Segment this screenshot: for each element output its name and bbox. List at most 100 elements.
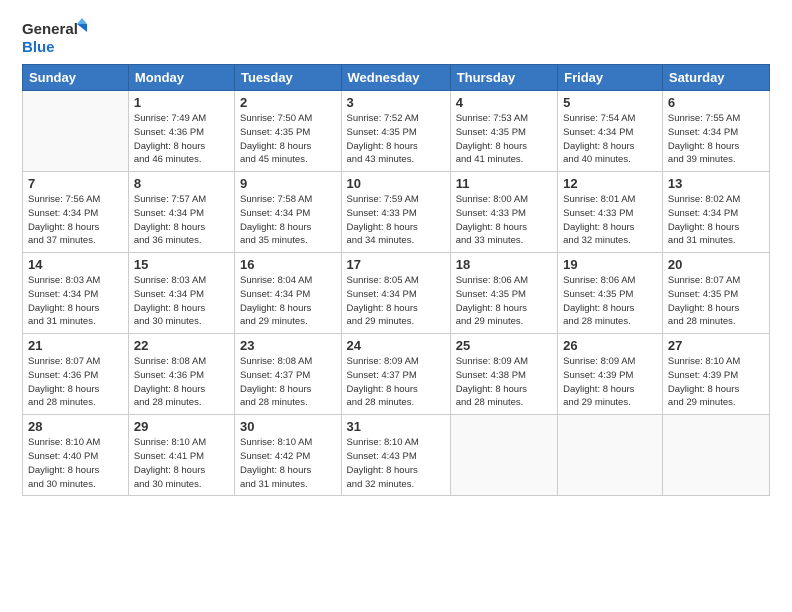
calendar-cell: 1 Sunrise: 7:49 AMSunset: 4:36 PMDaylight… bbox=[128, 91, 234, 172]
calendar-cell: 5 Sunrise: 7:54 AMSunset: 4:34 PMDaylight… bbox=[558, 91, 663, 172]
calendar-cell: 8 Sunrise: 7:57 AMSunset: 4:34 PMDaylight… bbox=[128, 172, 234, 253]
logo-svg: GeneralBlue bbox=[22, 18, 92, 56]
day-number: 19 bbox=[563, 257, 657, 272]
calendar-cell: 23Sunrise: 8:08 AMSunset: 4:37 PMDayligh… bbox=[235, 334, 342, 415]
day-number: 12 bbox=[563, 176, 657, 191]
calendar-cell: 18 Sunrise: 8:06 AMSunset: 4:35 PMDayligh… bbox=[450, 253, 557, 334]
calendar-header-sunday: Sunday bbox=[23, 65, 129, 91]
day-info: Sunrise: 8:10 AMSunset: 4:43 PMDaylight:… bbox=[347, 436, 445, 491]
calendar-cell: 7Sunrise: 7:56 AMSunset: 4:34 PMDaylight… bbox=[23, 172, 129, 253]
day-info: Sunrise: 7:49 AMSunset: 4:36 PMDaylight:… bbox=[134, 112, 229, 167]
calendar-cell bbox=[23, 91, 129, 172]
day-number: 22 bbox=[134, 338, 229, 353]
day-info: Sunrise: 8:02 AMSunset: 4:34 PMDaylight:… bbox=[668, 193, 764, 248]
calendar-header-friday: Friday bbox=[558, 65, 663, 91]
day-number: 8 bbox=[134, 176, 229, 191]
day-info: Sunrise: 8:10 AMSunset: 4:41 PMDaylight:… bbox=[134, 436, 229, 491]
day-info: Sunrise: 8:09 AMSunset: 4:38 PMDaylight:… bbox=[456, 355, 552, 410]
day-info: Sunrise: 8:06 AMSunset: 4:35 PMDaylight:… bbox=[563, 274, 657, 329]
week-row-5: 28Sunrise: 8:10 AMSunset: 4:40 PMDayligh… bbox=[23, 415, 770, 496]
day-info: Sunrise: 7:57 AMSunset: 4:34 PMDaylight:… bbox=[134, 193, 229, 248]
day-info: Sunrise: 8:10 AMSunset: 4:39 PMDaylight:… bbox=[668, 355, 764, 410]
day-number: 14 bbox=[28, 257, 123, 272]
day-info: Sunrise: 8:03 AMSunset: 4:34 PMDaylight:… bbox=[28, 274, 123, 329]
calendar-cell: 30Sunrise: 8:10 AMSunset: 4:42 PMDayligh… bbox=[235, 415, 342, 496]
calendar-cell bbox=[450, 415, 557, 496]
day-info: Sunrise: 7:54 AMSunset: 4:34 PMDaylight:… bbox=[563, 112, 657, 167]
svg-text:General: General bbox=[22, 21, 78, 38]
day-number: 17 bbox=[347, 257, 445, 272]
day-info: Sunrise: 8:10 AMSunset: 4:42 PMDaylight:… bbox=[240, 436, 336, 491]
day-number: 9 bbox=[240, 176, 336, 191]
day-number: 15 bbox=[134, 257, 229, 272]
calendar-cell: 2Sunrise: 7:50 AMSunset: 4:35 PMDaylight… bbox=[235, 91, 342, 172]
calendar-cell: 20 Sunrise: 8:07 AMSunset: 4:35 PMDayligh… bbox=[662, 253, 769, 334]
day-info: Sunrise: 8:04 AMSunset: 4:34 PMDaylight:… bbox=[240, 274, 336, 329]
day-info: Sunrise: 8:00 AMSunset: 4:33 PMDaylight:… bbox=[456, 193, 552, 248]
day-info: Sunrise: 8:07 AMSunset: 4:35 PMDaylight:… bbox=[668, 274, 764, 329]
day-info: Sunrise: 8:09 AMSunset: 4:39 PMDaylight:… bbox=[563, 355, 657, 410]
calendar-cell: 16 Sunrise: 8:04 AMSunset: 4:34 PMDayligh… bbox=[235, 253, 342, 334]
day-number: 7 bbox=[28, 176, 123, 191]
calendar-cell: 14 Sunrise: 8:03 AMSunset: 4:34 PMDayligh… bbox=[23, 253, 129, 334]
day-number: 11 bbox=[456, 176, 552, 191]
day-info: Sunrise: 7:59 AMSunset: 4:33 PMDaylight:… bbox=[347, 193, 445, 248]
day-info: Sunrise: 7:50 AMSunset: 4:35 PMDaylight:… bbox=[240, 112, 336, 167]
calendar-cell: 11 Sunrise: 8:00 AMSunset: 4:33 PMDayligh… bbox=[450, 172, 557, 253]
header: GeneralBlue bbox=[22, 18, 770, 56]
day-info: Sunrise: 8:08 AMSunset: 4:37 PMDaylight:… bbox=[240, 355, 336, 410]
calendar-table: SundayMondayTuesdayWednesdayThursdayFrid… bbox=[22, 64, 770, 496]
calendar-cell: 6 Sunrise: 7:55 AMSunset: 4:34 PMDaylight… bbox=[662, 91, 769, 172]
day-info: Sunrise: 7:55 AMSunset: 4:34 PMDaylight:… bbox=[668, 112, 764, 167]
calendar-cell: 31 Sunrise: 8:10 AMSunset: 4:43 PMDayligh… bbox=[341, 415, 450, 496]
day-number: 3 bbox=[347, 95, 445, 110]
day-number: 5 bbox=[563, 95, 657, 110]
calendar-cell: 22 Sunrise: 8:08 AMSunset: 4:36 PMDayligh… bbox=[128, 334, 234, 415]
calendar-cell: 12 Sunrise: 8:01 AMSunset: 4:33 PMDayligh… bbox=[558, 172, 663, 253]
day-number: 20 bbox=[668, 257, 764, 272]
day-number: 28 bbox=[28, 419, 123, 434]
day-number: 6 bbox=[668, 95, 764, 110]
day-info: Sunrise: 8:01 AMSunset: 4:33 PMDaylight:… bbox=[563, 193, 657, 248]
calendar-cell bbox=[662, 415, 769, 496]
day-number: 26 bbox=[563, 338, 657, 353]
calendar-cell: 15Sunrise: 8:03 AMSunset: 4:34 PMDayligh… bbox=[128, 253, 234, 334]
calendar-cell: 26 Sunrise: 8:09 AMSunset: 4:39 PMDayligh… bbox=[558, 334, 663, 415]
calendar-cell: 21Sunrise: 8:07 AMSunset: 4:36 PMDayligh… bbox=[23, 334, 129, 415]
logo: GeneralBlue bbox=[22, 18, 92, 56]
calendar-cell: 24 Sunrise: 8:09 AMSunset: 4:37 PMDayligh… bbox=[341, 334, 450, 415]
day-info: Sunrise: 8:09 AMSunset: 4:37 PMDaylight:… bbox=[347, 355, 445, 410]
day-number: 24 bbox=[347, 338, 445, 353]
day-number: 18 bbox=[456, 257, 552, 272]
calendar-cell: 29Sunrise: 8:10 AMSunset: 4:41 PMDayligh… bbox=[128, 415, 234, 496]
calendar-cell bbox=[558, 415, 663, 496]
day-number: 31 bbox=[347, 419, 445, 434]
day-number: 16 bbox=[240, 257, 336, 272]
day-info: Sunrise: 8:08 AMSunset: 4:36 PMDaylight:… bbox=[134, 355, 229, 410]
day-info: Sunrise: 7:52 AMSunset: 4:35 PMDaylight:… bbox=[347, 112, 445, 167]
day-number: 21 bbox=[28, 338, 123, 353]
calendar-cell: 9 Sunrise: 7:58 AMSunset: 4:34 PMDaylight… bbox=[235, 172, 342, 253]
calendar-cell: 3 Sunrise: 7:52 AMSunset: 4:35 PMDaylight… bbox=[341, 91, 450, 172]
week-row-3: 14 Sunrise: 8:03 AMSunset: 4:34 PMDayligh… bbox=[23, 253, 770, 334]
calendar-header-wednesday: Wednesday bbox=[341, 65, 450, 91]
calendar-cell: 10 Sunrise: 7:59 AMSunset: 4:33 PMDayligh… bbox=[341, 172, 450, 253]
calendar-cell: 27 Sunrise: 8:10 AMSunset: 4:39 PMDayligh… bbox=[662, 334, 769, 415]
day-number: 27 bbox=[668, 338, 764, 353]
day-number: 13 bbox=[668, 176, 764, 191]
day-number: 10 bbox=[347, 176, 445, 191]
week-row-1: 1 Sunrise: 7:49 AMSunset: 4:36 PMDaylight… bbox=[23, 91, 770, 172]
calendar-header-thursday: Thursday bbox=[450, 65, 557, 91]
day-info: Sunrise: 8:05 AMSunset: 4:34 PMDaylight:… bbox=[347, 274, 445, 329]
day-info: Sunrise: 8:06 AMSunset: 4:35 PMDaylight:… bbox=[456, 274, 552, 329]
day-number: 25 bbox=[456, 338, 552, 353]
calendar-header-monday: Monday bbox=[128, 65, 234, 91]
calendar-header-saturday: Saturday bbox=[662, 65, 769, 91]
day-info: Sunrise: 7:58 AMSunset: 4:34 PMDaylight:… bbox=[240, 193, 336, 248]
calendar-cell: 19 Sunrise: 8:06 AMSunset: 4:35 PMDayligh… bbox=[558, 253, 663, 334]
calendar-header-tuesday: Tuesday bbox=[235, 65, 342, 91]
day-number: 4 bbox=[456, 95, 552, 110]
calendar-cell: 17 Sunrise: 8:05 AMSunset: 4:34 PMDayligh… bbox=[341, 253, 450, 334]
day-info: Sunrise: 7:53 AMSunset: 4:35 PMDaylight:… bbox=[456, 112, 552, 167]
day-number: 1 bbox=[134, 95, 229, 110]
